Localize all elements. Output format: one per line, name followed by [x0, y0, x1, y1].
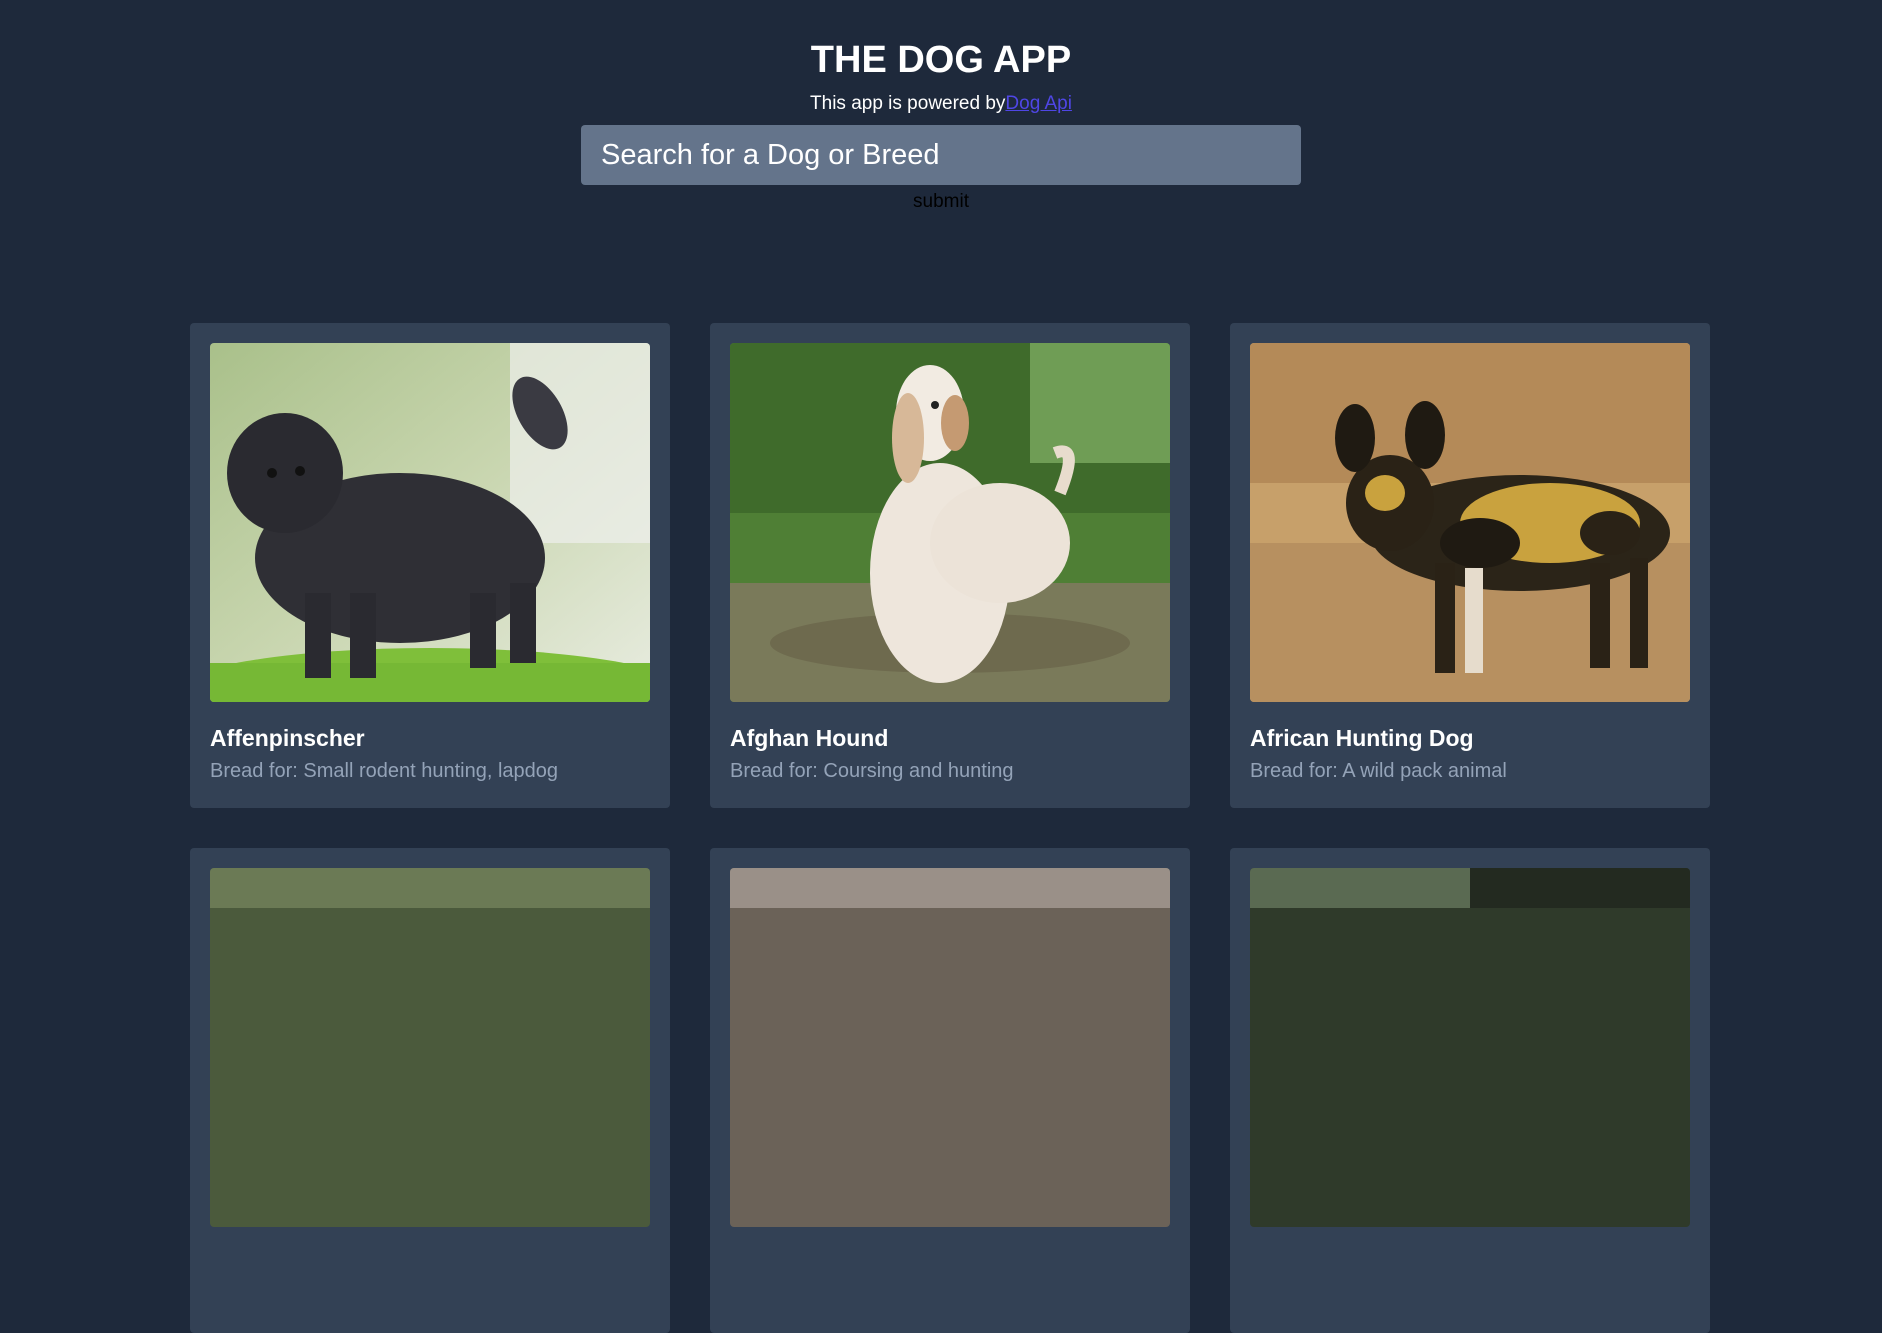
dog-photo-partial [210, 868, 650, 1227]
dog-photo-afghan-hound [730, 343, 1170, 702]
breed-card[interactable]: Affenpinscher Bread for: Small rodent hu… [190, 323, 670, 808]
dog-photo-african-hunting-dog [1250, 343, 1690, 702]
breed-card[interactable] [190, 848, 670, 1333]
breed-card[interactable] [1230, 848, 1710, 1333]
dog-photo-partial [730, 868, 1170, 1227]
dog-photo-partial [1250, 868, 1690, 1227]
breed-bred-for: Bread for: A wild pack animal [1250, 760, 1507, 782]
breed-grid: Affenpinscher Bread for: Small rodent hu… [190, 323, 1710, 1333]
powered-by-text: This app is powered byDog Api [0, 92, 1882, 116]
breed-card[interactable]: Afghan Hound Bread for: Coursing and hun… [710, 323, 1190, 808]
breed-bred-for: Bread for: Small rodent hunting, lapdog [210, 760, 558, 782]
search-input[interactable] [581, 125, 1301, 185]
app-header: THE DOG APP This app is powered byDog Ap… [0, 0, 1882, 214]
page-title: THE DOG APP [810, 39, 1072, 81]
breed-bred-for: Bread for: Coursing and hunting [730, 760, 1014, 782]
search-form: submit [0, 125, 1882, 214]
breed-name: Afghan Hound [730, 725, 889, 751]
breed-card[interactable]: African Hunting Dog Bread for: A wild pa… [1230, 323, 1710, 808]
powered-by-prefix: This app is powered by [810, 93, 1006, 114]
dog-photo-affenpinscher [210, 343, 650, 702]
submit-button[interactable]: submit [913, 190, 969, 214]
breed-name: African Hunting Dog [1250, 725, 1474, 751]
breed-card[interactable] [710, 848, 1190, 1333]
dog-api-link[interactable]: Dog Api [1005, 93, 1072, 114]
breed-name: Affenpinscher [210, 725, 365, 751]
